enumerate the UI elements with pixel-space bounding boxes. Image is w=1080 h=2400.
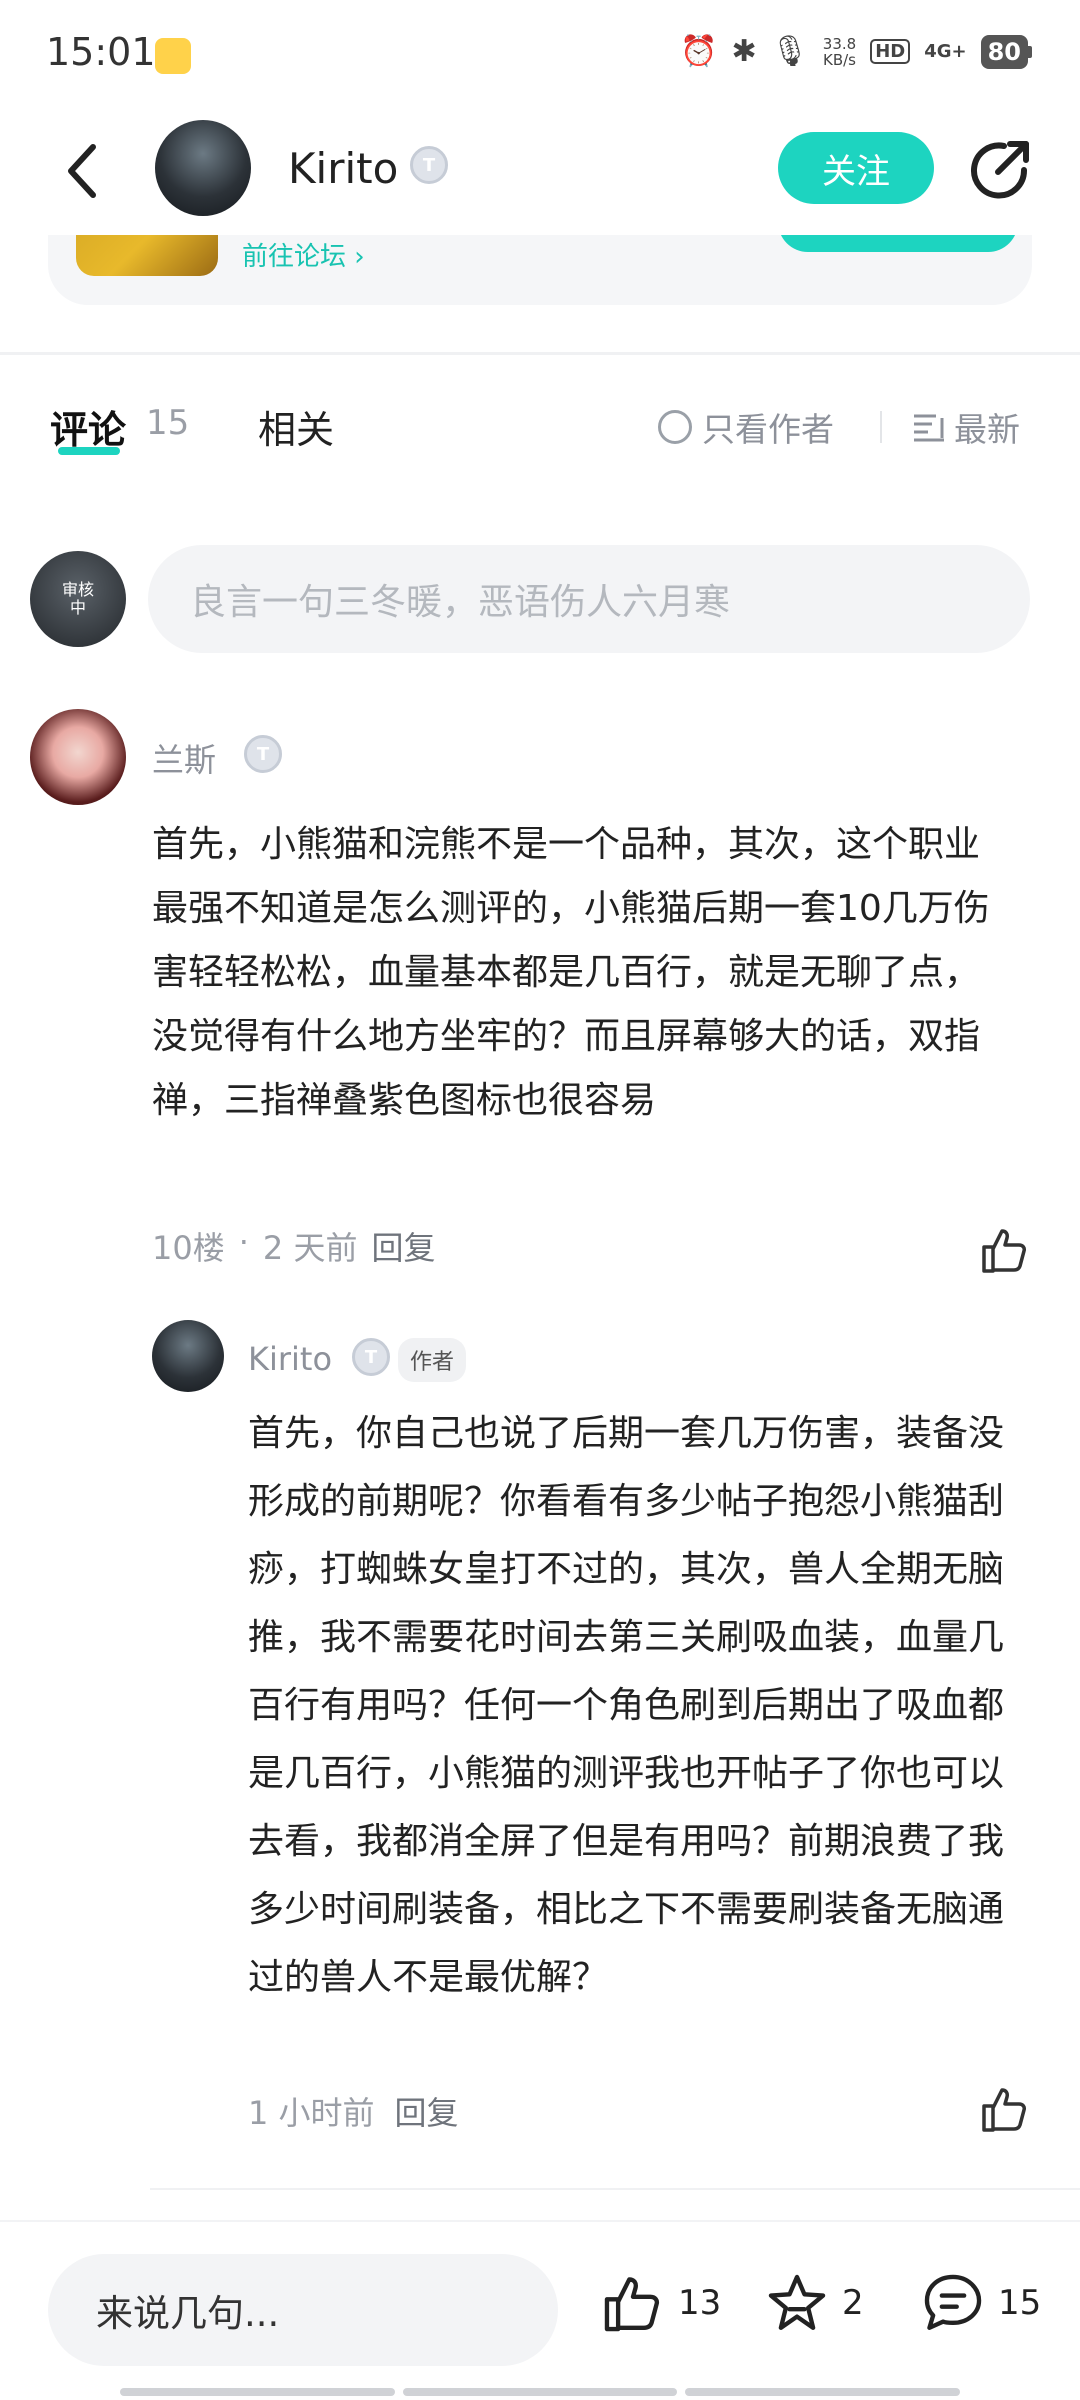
comment-bubble-icon <box>924 2274 982 2330</box>
top-header: Kirito T 关注 <box>0 110 1080 235</box>
share-button[interactable] <box>966 134 1036 204</box>
commenter-avatar[interactable] <box>30 709 126 805</box>
bottom-comment-input[interactable]: 来说几句... <box>48 2254 558 2366</box>
section-divider <box>0 352 1080 355</box>
bluetooth-icon: ✱ <box>731 34 757 69</box>
alarm-icon: ⏰ <box>680 34 718 69</box>
radio-icon <box>658 410 692 444</box>
meta-dot: · <box>238 1223 249 1261</box>
author-tag: 作者 <box>398 1338 467 1382</box>
like-count: 13 <box>678 2283 722 2323</box>
tab-related[interactable]: 相关 <box>258 399 334 454</box>
replier-name[interactable]: Kirito <box>248 1340 332 1378</box>
net-speed-unit: KB/s <box>822 50 856 69</box>
comment-floor: 10楼 <box>152 1229 225 1267</box>
battery-level: 80 <box>980 34 1028 69</box>
app-notification-icon <box>155 38 191 74</box>
tab-comments[interactable]: 评论 <box>50 399 126 454</box>
reply-button[interactable]: 回复 <box>371 1223 435 1269</box>
commenter-name[interactable]: 兰斯 <box>152 735 216 781</box>
comment-tabs: 评论 15 相关 只看作者 最新 <box>0 385 1080 475</box>
reply-time: 1 小时前 <box>248 2094 375 2132</box>
avatar-review-label: 审核中 <box>61 580 94 617</box>
my-avatar: 审核中 <box>30 551 126 647</box>
sort-toggle[interactable]: 最新 <box>912 403 1020 451</box>
comment-action[interactable]: 15 <box>920 2272 1041 2334</box>
reply-button[interactable]: 回复 <box>395 2088 459 2134</box>
reply-text: 首先，你自己也说了后期一套几万伤害，装备没形成的前期呢？你看看有多少帖子抱怨小熊… <box>248 1413 1005 1998</box>
battery-icon: 80 <box>980 34 1032 69</box>
tab-active-indicator <box>58 447 120 455</box>
thumbs-up-icon <box>604 2277 660 2332</box>
level-badge: T <box>352 1338 390 1376</box>
favorite-count: 2 <box>842 2283 864 2323</box>
bottom-action-bar: 来说几句... 13 2 15 <box>0 2220 1080 2400</box>
comment-meta: 10楼 · 2 天前 回复 <box>152 1223 435 1269</box>
comment-count: 15 <box>998 2283 1042 2323</box>
follow-button[interactable]: 关注 <box>778 132 934 204</box>
status-indicators: ⏰ ✱ 🎙 33.8 KB/s HD 4G+ 80 <box>680 34 1032 69</box>
author-only-label: 只看作者 <box>702 410 834 449</box>
author-name[interactable]: Kirito <box>288 144 398 193</box>
like-action[interactable]: 13 <box>600 2272 721 2334</box>
star-icon <box>768 2274 826 2330</box>
back-button[interactable] <box>52 136 112 206</box>
like-icon[interactable] <box>980 1225 1030 1275</box>
sort-label: 最新 <box>954 410 1020 449</box>
sort-separator <box>880 411 882 443</box>
signal-icon: 4G+ <box>924 40 967 62</box>
comment-time: 2 天前 <box>262 1229 358 1267</box>
mic-icon: 🎙 <box>770 34 809 69</box>
replier-avatar[interactable] <box>152 1320 224 1392</box>
comment-input[interactable]: 良言一句三冬暖，恶语伤人六月寒 <box>148 545 1030 653</box>
author-only-toggle[interactable]: 只看作者 <box>658 403 834 451</box>
comments-count: 15 <box>146 403 190 443</box>
comment-text: 首先，小熊猫和浣熊不是一个品种，其次，这个职业最强不知道是怎么测评的，小熊猫后期… <box>152 824 990 1121</box>
net-speed: 33.8 KB/s <box>823 36 856 68</box>
reply-divider <box>150 2188 1080 2190</box>
author-avatar[interactable] <box>155 120 251 216</box>
reply-meta: 1 小时前 回复 <box>248 2088 459 2134</box>
like-icon[interactable] <box>980 2084 1030 2134</box>
chevron-left-icon <box>68 144 96 198</box>
gesture-bar <box>120 2388 961 2396</box>
go-to-forum-link[interactable]: 前往论坛 › <box>242 236 365 273</box>
hd-badge: HD <box>870 39 911 64</box>
status-bar: 15:01 ⏰ ✱ 🎙 33.8 KB/s HD 4G+ 80 <box>0 0 1080 110</box>
level-badge: T <box>244 735 282 773</box>
share-icon <box>971 141 1029 199</box>
favorite-action[interactable]: 2 <box>764 2272 864 2334</box>
comment-compose-row: 审核中 良言一句三冬暖，恶语伤人六月寒 <box>0 545 1080 655</box>
status-time: 15:01 <box>46 30 156 74</box>
level-badge: T <box>410 146 448 184</box>
sort-icon <box>914 414 944 442</box>
